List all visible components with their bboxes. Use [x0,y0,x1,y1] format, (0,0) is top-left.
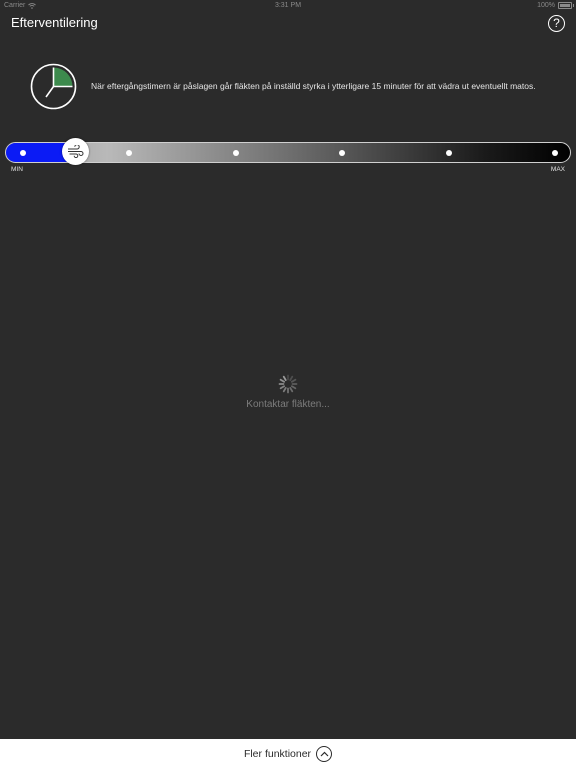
help-button[interactable]: ? [548,15,565,32]
slider-thumb[interactable] [61,138,89,165]
status-time: 3:31 PM [274,2,302,9]
timer-clock-icon [30,63,77,110]
loading-text: Kontaktar fläkten... [246,399,330,410]
slider-step-dot[interactable] [20,149,26,156]
more-functions-label[interactable]: Fler funktioner [244,748,311,760]
battery-percent: 100% [537,2,555,9]
slider-min-label: MIN [11,166,23,173]
chevron-up-icon [320,751,328,756]
fan-speed-slider[interactable] [5,142,571,163]
chevron-up-circle-icon[interactable] [316,745,333,762]
slider-step-dot[interactable] [445,149,452,156]
page-title: Efterventilering [11,15,98,30]
slider-step-dot[interactable] [552,149,558,156]
slider-step-dot[interactable] [232,149,239,156]
slider-step-dot[interactable] [339,149,346,156]
app-screen: Carrier 3:31 PM 100% Efterventilering ? … [0,0,576,768]
slider-step-dot[interactable] [126,149,133,156]
wind-icon [67,145,84,158]
loading-spinner-icon [278,374,298,394]
battery-group: 100% [537,2,574,9]
timer-description: När eftergångstimern är påslagen går flä… [91,81,536,91]
status-bar: Carrier 3:31 PM 100% [0,0,576,12]
more-functions-bar[interactable]: Fler funktioner [0,739,576,768]
battery-icon [558,2,574,9]
slider-max-label: MAX [550,166,565,173]
